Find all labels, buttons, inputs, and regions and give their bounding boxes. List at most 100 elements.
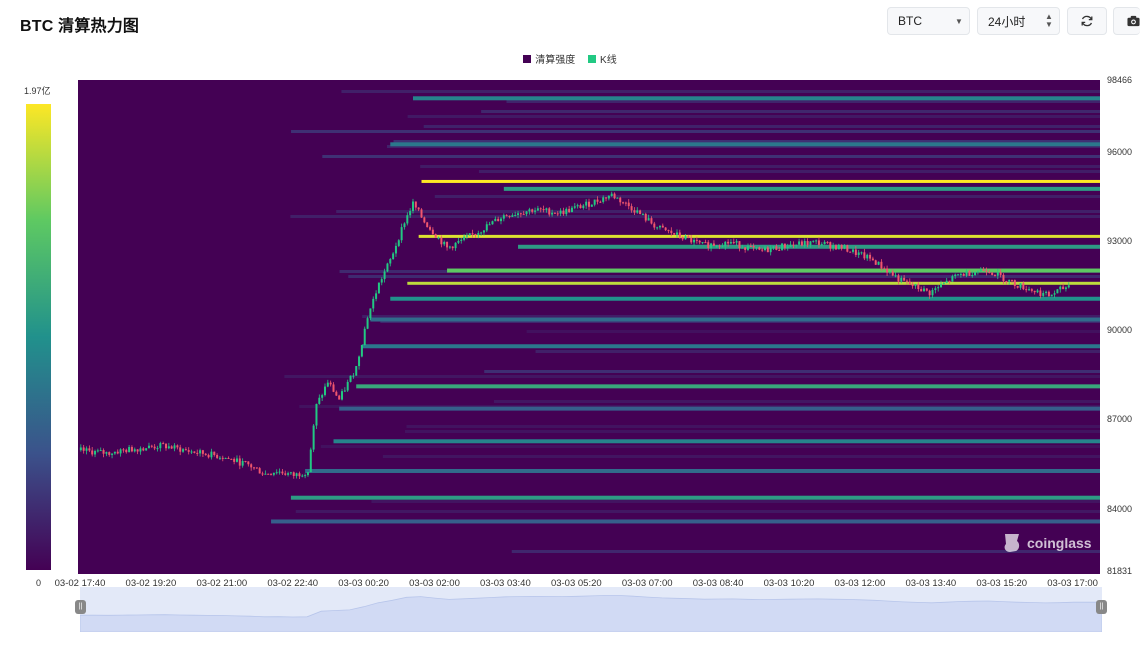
- candle-body: [781, 243, 784, 250]
- screenshot-button[interactable]: [1113, 7, 1140, 35]
- candle-body: [917, 284, 920, 290]
- candle-body: [693, 239, 696, 243]
- heatmap-chart[interactable]: [78, 80, 1100, 574]
- navigator-selection[interactable]: [80, 587, 1102, 632]
- candle-body: [951, 276, 954, 282]
- candle-body: [556, 213, 559, 215]
- candle-body: [622, 202, 625, 204]
- heatmap-cell: [493, 400, 1100, 403]
- candle-body: [894, 275, 897, 277]
- candle-body: [704, 242, 707, 244]
- symbol-select[interactable]: BTC ▼: [887, 7, 970, 35]
- candle-body: [531, 209, 534, 212]
- liquidation-level[interactable]: [305, 468, 1100, 473]
- candle-body: [752, 246, 755, 248]
- liquidation-level[interactable]: [271, 519, 1100, 524]
- candle-body: [505, 215, 508, 217]
- heatmap-cell: [295, 510, 1100, 513]
- candle-body: [238, 458, 241, 466]
- liquidation-level[interactable]: [418, 234, 1100, 238]
- candle-body: [517, 213, 520, 215]
- candle-body: [312, 425, 315, 450]
- liquidation-level[interactable]: [421, 179, 1100, 183]
- colorbar: [26, 104, 51, 570]
- candle-body: [724, 241, 727, 247]
- candle-body: [536, 208, 539, 211]
- heatmap-cell: [404, 430, 1100, 433]
- candle-body: [474, 234, 477, 236]
- liquidation-level[interactable]: [290, 495, 1100, 500]
- candle-body: [653, 223, 656, 228]
- candle-body: [798, 241, 801, 245]
- candle-body: [255, 467, 258, 469]
- candle-body: [925, 288, 928, 291]
- candle-body: [630, 206, 633, 211]
- candle-body: [363, 328, 366, 345]
- candle-body: [789, 244, 792, 247]
- candle-body: [318, 397, 321, 404]
- nav-right-handle[interactable]: ||: [1096, 600, 1107, 614]
- candle-body: [854, 249, 857, 255]
- candle-body: [829, 242, 832, 249]
- legend-item-kline[interactable]: K线: [588, 51, 617, 66]
- candle-body: [298, 473, 301, 477]
- time-range-select[interactable]: 24小时 ▲ ▼: [977, 7, 1060, 35]
- candle-body: [221, 457, 224, 459]
- candle-body: [289, 472, 292, 474]
- y-axis-tick-label: 96000: [1107, 147, 1133, 158]
- candle-body: [735, 241, 738, 243]
- legend-item-intensity[interactable]: 清算强度: [523, 51, 575, 66]
- candle-body: [511, 215, 514, 217]
- candle-body: [190, 451, 193, 453]
- liquidation-level[interactable]: [356, 384, 1100, 389]
- candle-body: [207, 454, 210, 458]
- refresh-button[interactable]: [1067, 7, 1107, 35]
- time-range-select-value: 24小时: [988, 14, 1026, 29]
- candle-body: [130, 447, 133, 452]
- candle-body: [272, 472, 275, 475]
- candle-body: [849, 251, 852, 253]
- candle-body: [355, 366, 358, 376]
- candle-body: [406, 215, 409, 224]
- nav-left-handle[interactable]: ||: [75, 600, 86, 614]
- liquidation-level[interactable]: [339, 406, 1100, 411]
- liquidation-level[interactable]: [447, 268, 1100, 273]
- liquidation-level[interactable]: [407, 281, 1100, 285]
- heatmap-cell: [291, 130, 1100, 133]
- candle-body: [812, 240, 815, 242]
- candle-body: [863, 252, 866, 259]
- candle-body: [883, 268, 886, 270]
- liquidation-level[interactable]: [390, 142, 1100, 147]
- candle-body: [548, 208, 551, 215]
- heatmap-cell: [371, 500, 1100, 503]
- liquidation-level[interactable]: [412, 96, 1100, 101]
- candle-body: [372, 298, 375, 309]
- candle-body: [471, 233, 474, 235]
- candle-body: [888, 271, 891, 273]
- liquidation-level[interactable]: [503, 186, 1100, 191]
- candle-body: [596, 199, 599, 202]
- candle-body: [182, 449, 185, 452]
- candle-body: [423, 217, 426, 223]
- liquidation-level[interactable]: [370, 317, 1100, 322]
- candle-body: [463, 236, 466, 240]
- heatmap-cell: [322, 155, 1100, 158]
- candle-body: [341, 391, 344, 400]
- liquidation-level[interactable]: [518, 244, 1100, 249]
- candle-body: [971, 275, 974, 277]
- candle-body: [937, 287, 940, 289]
- liquidation-level[interactable]: [333, 439, 1101, 444]
- time-navigator[interactable]: [80, 587, 1102, 632]
- candle-body: [491, 221, 494, 225]
- candle-body: [142, 448, 145, 451]
- liquidation-level[interactable]: [390, 296, 1100, 301]
- candle-body: [948, 280, 951, 282]
- candle-body: [514, 214, 517, 216]
- candle-body: [105, 452, 108, 454]
- watermark-text: coinglass: [1027, 535, 1092, 551]
- candle-body: [465, 235, 468, 237]
- candle-body: [201, 450, 204, 454]
- liquidation-level[interactable]: [361, 344, 1100, 349]
- candle-body: [196, 452, 199, 454]
- candle-body: [1028, 289, 1031, 291]
